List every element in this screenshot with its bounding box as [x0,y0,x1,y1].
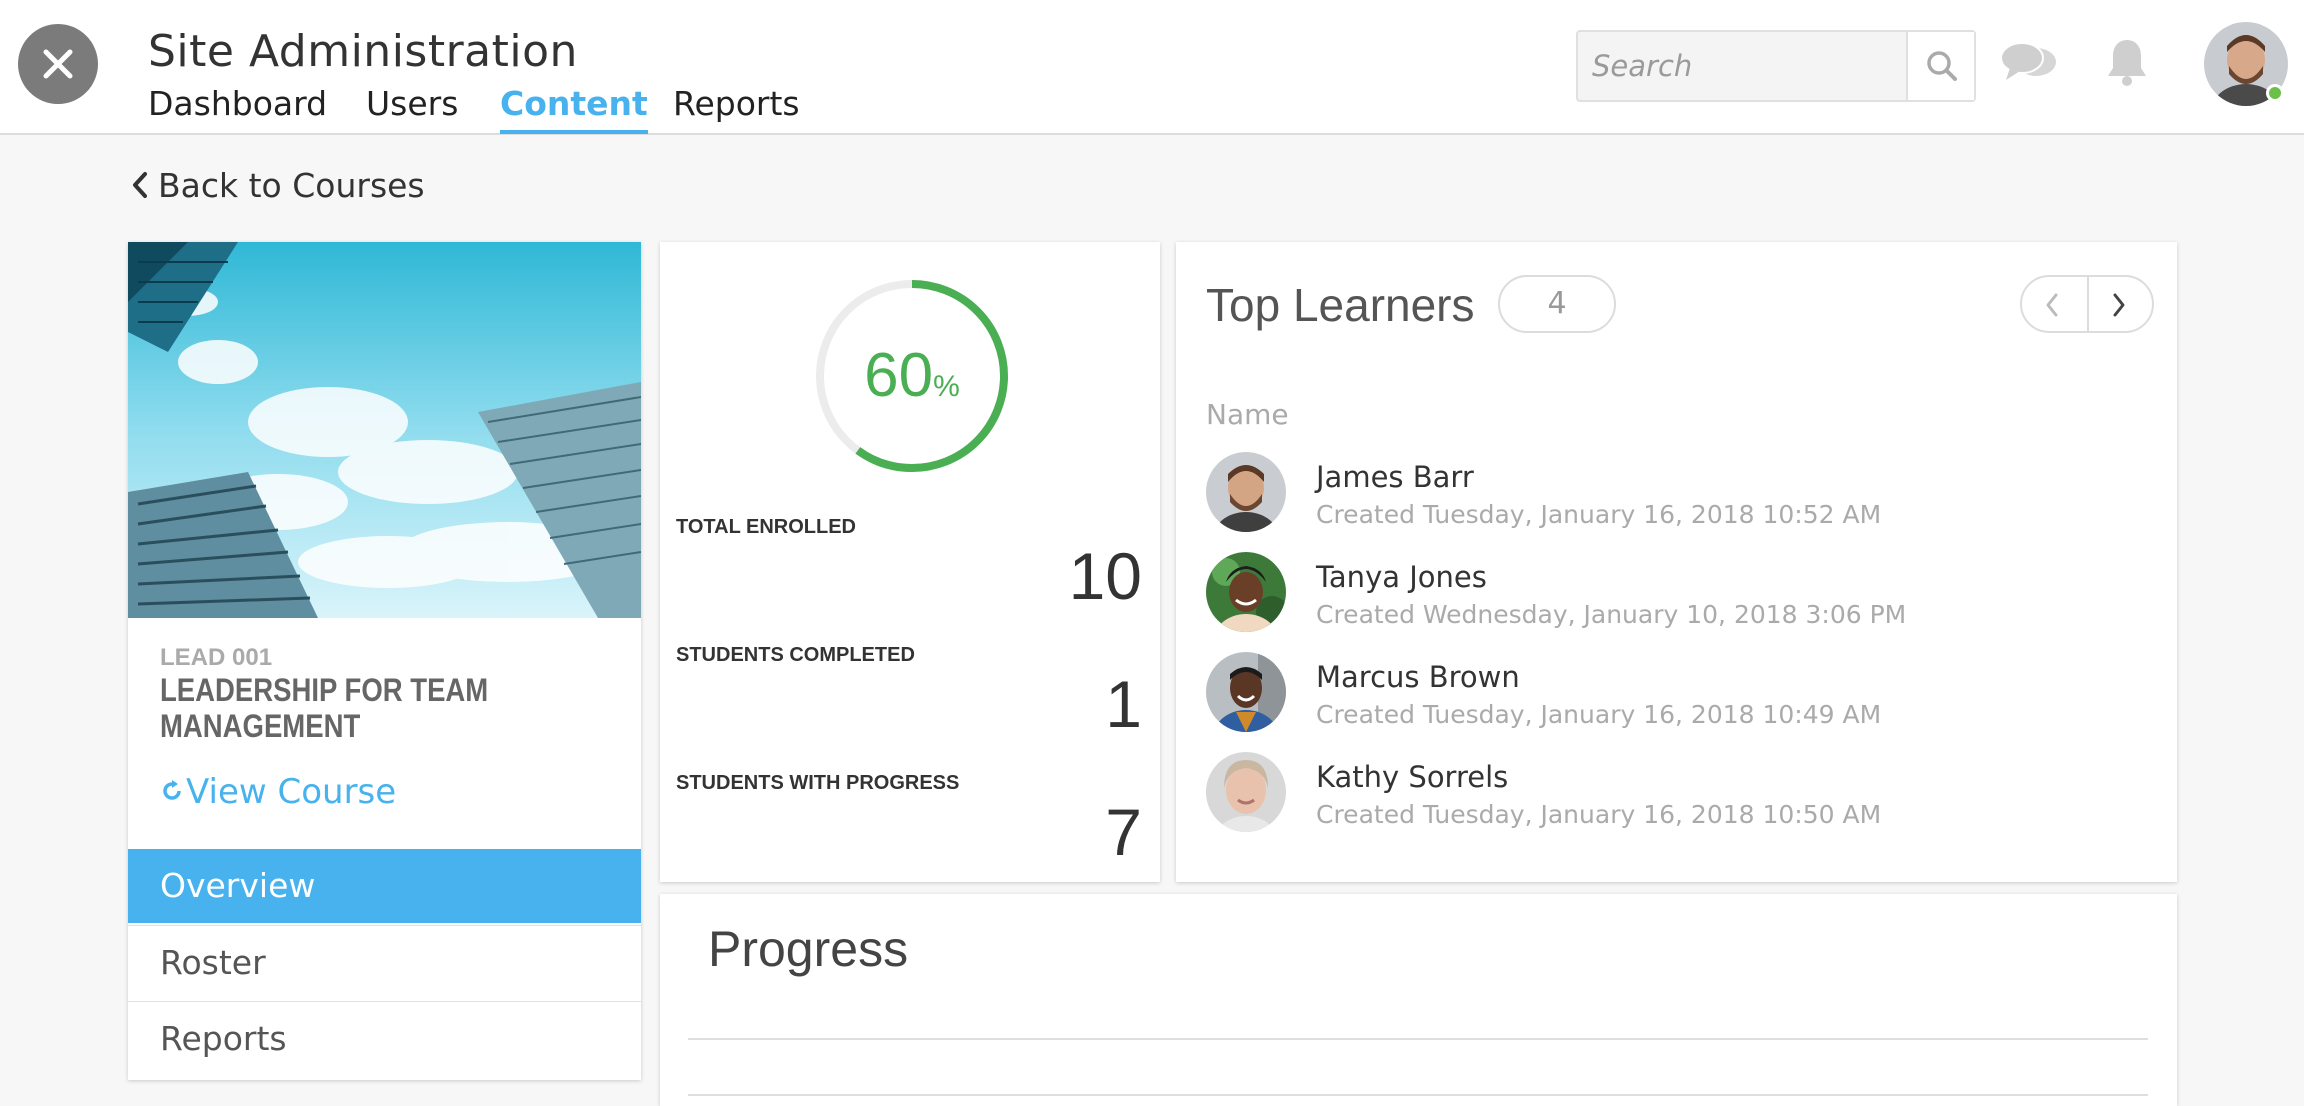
tab-users[interactable]: Users [366,84,458,123]
students-with-progress-label: STUDENTS WITH PROGRESS [676,772,960,794]
top-learners-card: Top Learners 4 Name James Barr Created T… [1176,242,2177,882]
progress-divider [688,1038,2148,1040]
learner-count-badge: 4 [1498,275,1616,333]
learner-created-date: Created Tuesday, January 16, 2018 10:49 … [1316,700,1882,729]
learner-row[interactable]: Marcus Brown Created Tuesday, January 16… [1206,652,2146,742]
students-completed-value: 1 [1105,667,1142,741]
learner-created-date: Created Wednesday, January 10, 2018 3:06… [1316,600,1907,629]
learner-name: Marcus Brown [1316,660,1520,694]
learners-pager [2020,275,2154,333]
learner-created-date: Created Tuesday, January 16, 2018 10:52 … [1316,500,1882,529]
bell-icon[interactable] [2104,36,2150,88]
course-code: LEAD 001 [160,644,273,671]
side-item-overview[interactable]: Overview [128,849,641,923]
tab-dashboard[interactable]: Dashboard [148,84,327,123]
side-item-reports[interactable]: Reports [128,1001,641,1075]
close-icon [43,49,73,79]
refresh-icon [163,779,181,800]
close-button[interactable] [18,24,98,104]
chevron-right-icon [2113,293,2125,317]
course-cover-image [128,242,641,618]
students-with-progress-value: 7 [1105,795,1142,869]
learner-row[interactable]: Kathy Sorrels Created Tuesday, January 1… [1206,752,2146,842]
back-to-courses-link[interactable]: Back to Courses [132,166,425,205]
learner-name: Kathy Sorrels [1316,760,1509,794]
side-item-roster[interactable]: Roster [128,925,641,999]
site-title: Site Administration [148,26,578,77]
next-page-button[interactable] [2089,277,2154,331]
view-course-label: View Course [186,772,397,812]
search-input[interactable] [1578,32,1906,100]
percent-sign: % [933,370,960,403]
top-learners-title: Top Learners [1206,279,1475,331]
learner-name: James Barr [1316,460,1474,494]
search-button[interactable] [1906,32,1974,100]
previous-page-button[interactable] [2022,277,2087,331]
search-icon [1927,51,1957,81]
learner-created-date: Created Tuesday, January 16, 2018 10:50 … [1316,800,1882,829]
learner-row[interactable]: James Barr Created Tuesday, January 16, … [1206,452,2146,542]
learner-avatar [1206,452,1286,532]
chevron-left-icon [133,171,147,198]
tab-content[interactable]: Content [500,84,648,134]
chevron-left-icon [2046,293,2058,317]
learner-avatar [1206,752,1286,832]
course-stats-card: 60% TOTAL ENROLLED 10 STUDENTS COMPLETED… [660,242,1160,882]
top-header: Site Administration Dashboard Users Cont… [0,0,2304,135]
learner-row[interactable]: Tanya Jones Created Wednesday, January 1… [1206,552,2146,642]
progress-divider [688,1094,2148,1096]
view-course-link[interactable]: View Course [160,772,396,812]
online-status-dot [2266,84,2284,102]
learner-avatar [1206,652,1286,732]
back-link-label: Back to Courses [158,166,425,205]
course-title: LEADERSHIP FOR TEAM MANAGEMENT [160,672,489,744]
completion-percent-number: 60 [864,341,934,410]
learner-name: Tanya Jones [1316,560,1487,594]
name-column-header: Name [1206,398,1289,431]
students-completed-label: STUDENTS COMPLETED [676,644,915,666]
progress-card: Progress [660,894,2177,1106]
progress-title: Progress [708,921,909,977]
learner-avatar [1206,552,1286,632]
total-enrolled-label: TOTAL ENROLLED [676,516,856,538]
completion-percent: 60% [812,340,1012,411]
tab-reports[interactable]: Reports [673,84,800,123]
search-box [1576,30,1976,102]
total-enrolled-value: 10 [1068,539,1142,613]
chat-icon[interactable] [2000,40,2058,86]
